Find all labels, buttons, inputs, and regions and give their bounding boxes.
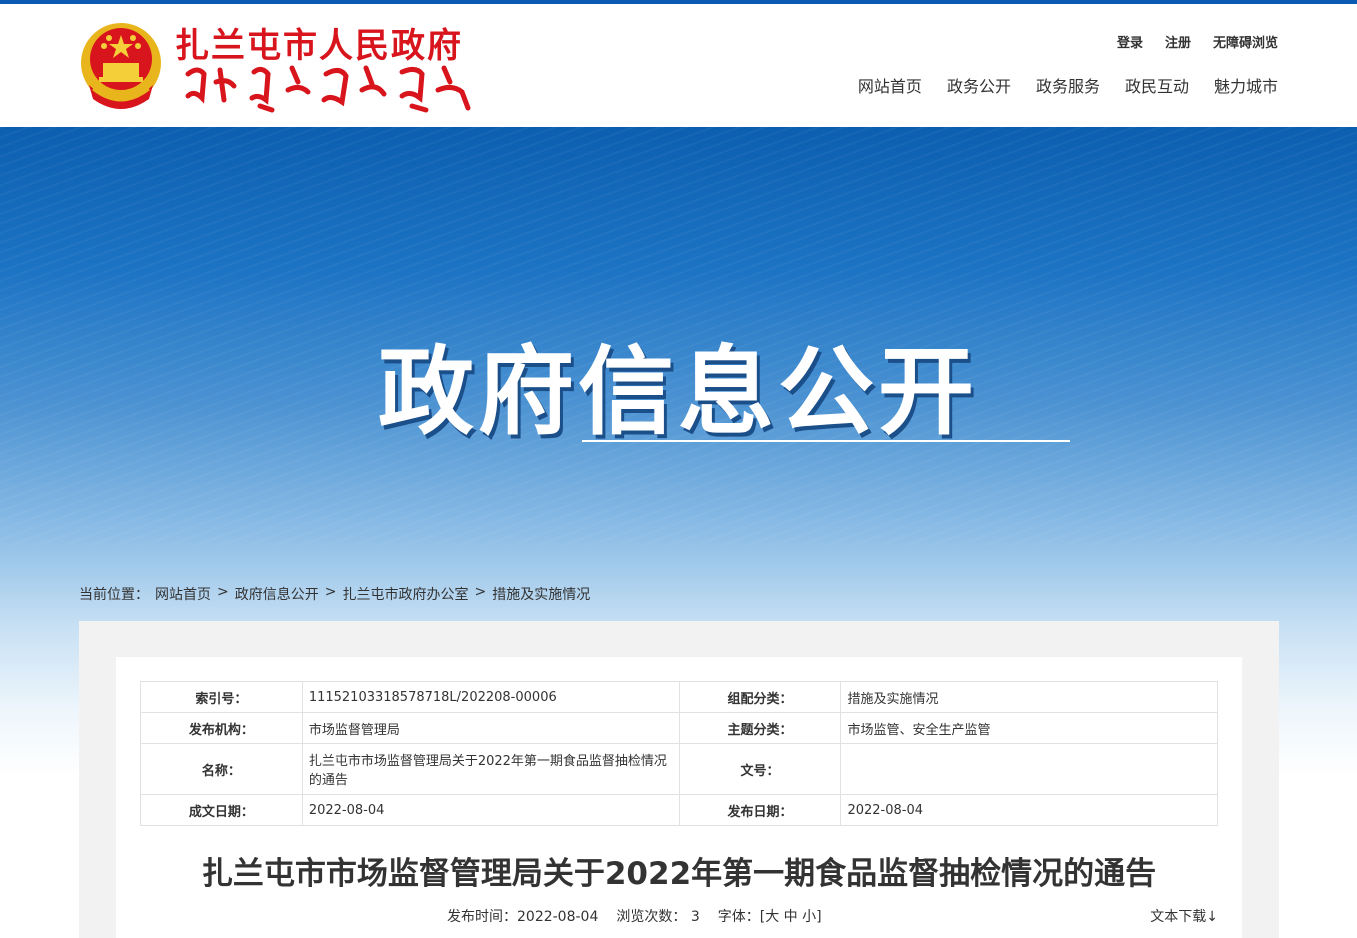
written-date-label: 成文日期： — [140, 794, 303, 826]
breadcrumb-prefix: 当前位置： — [79, 587, 149, 603]
view-count-label: 浏览次数： — [616, 909, 687, 925]
banner-title: 政府信息公开 — [378, 336, 978, 448]
mongolian-script-logo — [185, 65, 471, 113]
table-row: 索引号： 11152103318578718L/202208-00006 组配分… — [140, 681, 1218, 713]
view-count: 浏览次数： 3 — [616, 906, 699, 926]
breadcrumb-office[interactable]: 扎兰屯市政府办公室 — [342, 584, 468, 604]
table-row: 成文日期： 2022-08-04 发布日期： 2022-08-04 — [140, 794, 1218, 826]
table-row: 名称： 扎兰屯市市场监督管理局关于2022年第一期食品监督抽检情况的通告 文号： — [140, 743, 1218, 795]
login-link[interactable]: 登录 — [1117, 32, 1143, 51]
breadcrumb-gov-info[interactable]: 政府信息公开 — [235, 584, 319, 604]
doc-number-label: 文号： — [678, 743, 842, 795]
breadcrumb-separator: > — [217, 584, 229, 600]
nav-charm-city[interactable]: 魅力城市 — [1214, 73, 1278, 97]
main-nav: 网站首页 政务公开 政务服务 政民互动 魅力城市 — [858, 73, 1278, 97]
text-download-link[interactable]: 文本下载↓ — [1150, 906, 1218, 926]
nav-home[interactable]: 网站首页 — [858, 73, 922, 97]
publish-time: 发布时间：2022-08-04 — [447, 909, 599, 925]
view-count-value: 3 — [690, 909, 700, 925]
index-value: 11152103318578718L/202208-00006 — [301, 681, 680, 713]
doc-number-value — [840, 743, 1218, 795]
written-date-value: 2022-08-04 — [301, 794, 680, 826]
index-label: 索引号： — [140, 681, 303, 713]
group-value: 措施及实施情况 — [840, 681, 1218, 713]
publish-date-value: 2022-08-04 — [840, 794, 1218, 826]
accessibility-link[interactable]: 无障碍浏览 — [1213, 32, 1278, 51]
breadcrumb-home[interactable]: 网站首页 — [155, 584, 211, 604]
group-label: 组配分类： — [678, 681, 842, 713]
breadcrumb-separator: > — [474, 584, 487, 600]
publish-date-label: 发布日期： — [678, 794, 842, 826]
article-title: 扎兰屯市市场监督管理局关于2022年第一期食品监督抽检情况的通告 — [201, 856, 1157, 892]
nav-gov-services[interactable]: 政务服务 — [1036, 73, 1100, 97]
name-value: 扎兰屯市市场监督管理局关于2022年第一期食品监督抽检情况的通告 — [301, 743, 680, 795]
article-info: 发布时间：2022-08-04 浏览次数： 3 字体：[大 中 小] — [447, 906, 822, 926]
breadcrumb-current[interactable]: 措施及实施情况 — [492, 584, 590, 604]
national-emblem-icon — [81, 23, 161, 109]
breadcrumb-separator: > — [324, 584, 337, 600]
org-value: 市场监督管理局 — [301, 712, 680, 744]
name-label: 名称： — [140, 743, 303, 795]
site-header: 扎兰屯市人民政府 登录 注册 无障碍浏览 网站首页 政务公开 政务服务 政民互动… — [0, 4, 1357, 127]
nav-interaction[interactable]: 政民互动 — [1125, 73, 1189, 97]
register-link[interactable]: 注册 — [1165, 32, 1191, 51]
font-size-controls[interactable]: 字体：[大 中 小] — [718, 906, 822, 926]
breadcrumb: 当前位置： 网站首页 > 政府信息公开 > 扎兰屯市政府办公室 > 措施及实施情… — [79, 584, 590, 604]
banner-underline — [582, 440, 1070, 442]
document-meta-table: 索引号： 11152103318578718L/202208-00006 组配分… — [140, 681, 1218, 826]
table-row: 发布机构： 市场监督管理局 主题分类： 市场监管、安全生产监管 — [140, 712, 1218, 744]
nav-gov-affairs-public[interactable]: 政务公开 — [947, 73, 1011, 97]
user-links: 登录 注册 无障碍浏览 — [1117, 32, 1278, 51]
topic-value: 市场监管、安全生产监管 — [840, 712, 1218, 744]
org-label: 发布机构： — [140, 712, 303, 744]
topic-label: 主题分类： — [678, 712, 842, 744]
